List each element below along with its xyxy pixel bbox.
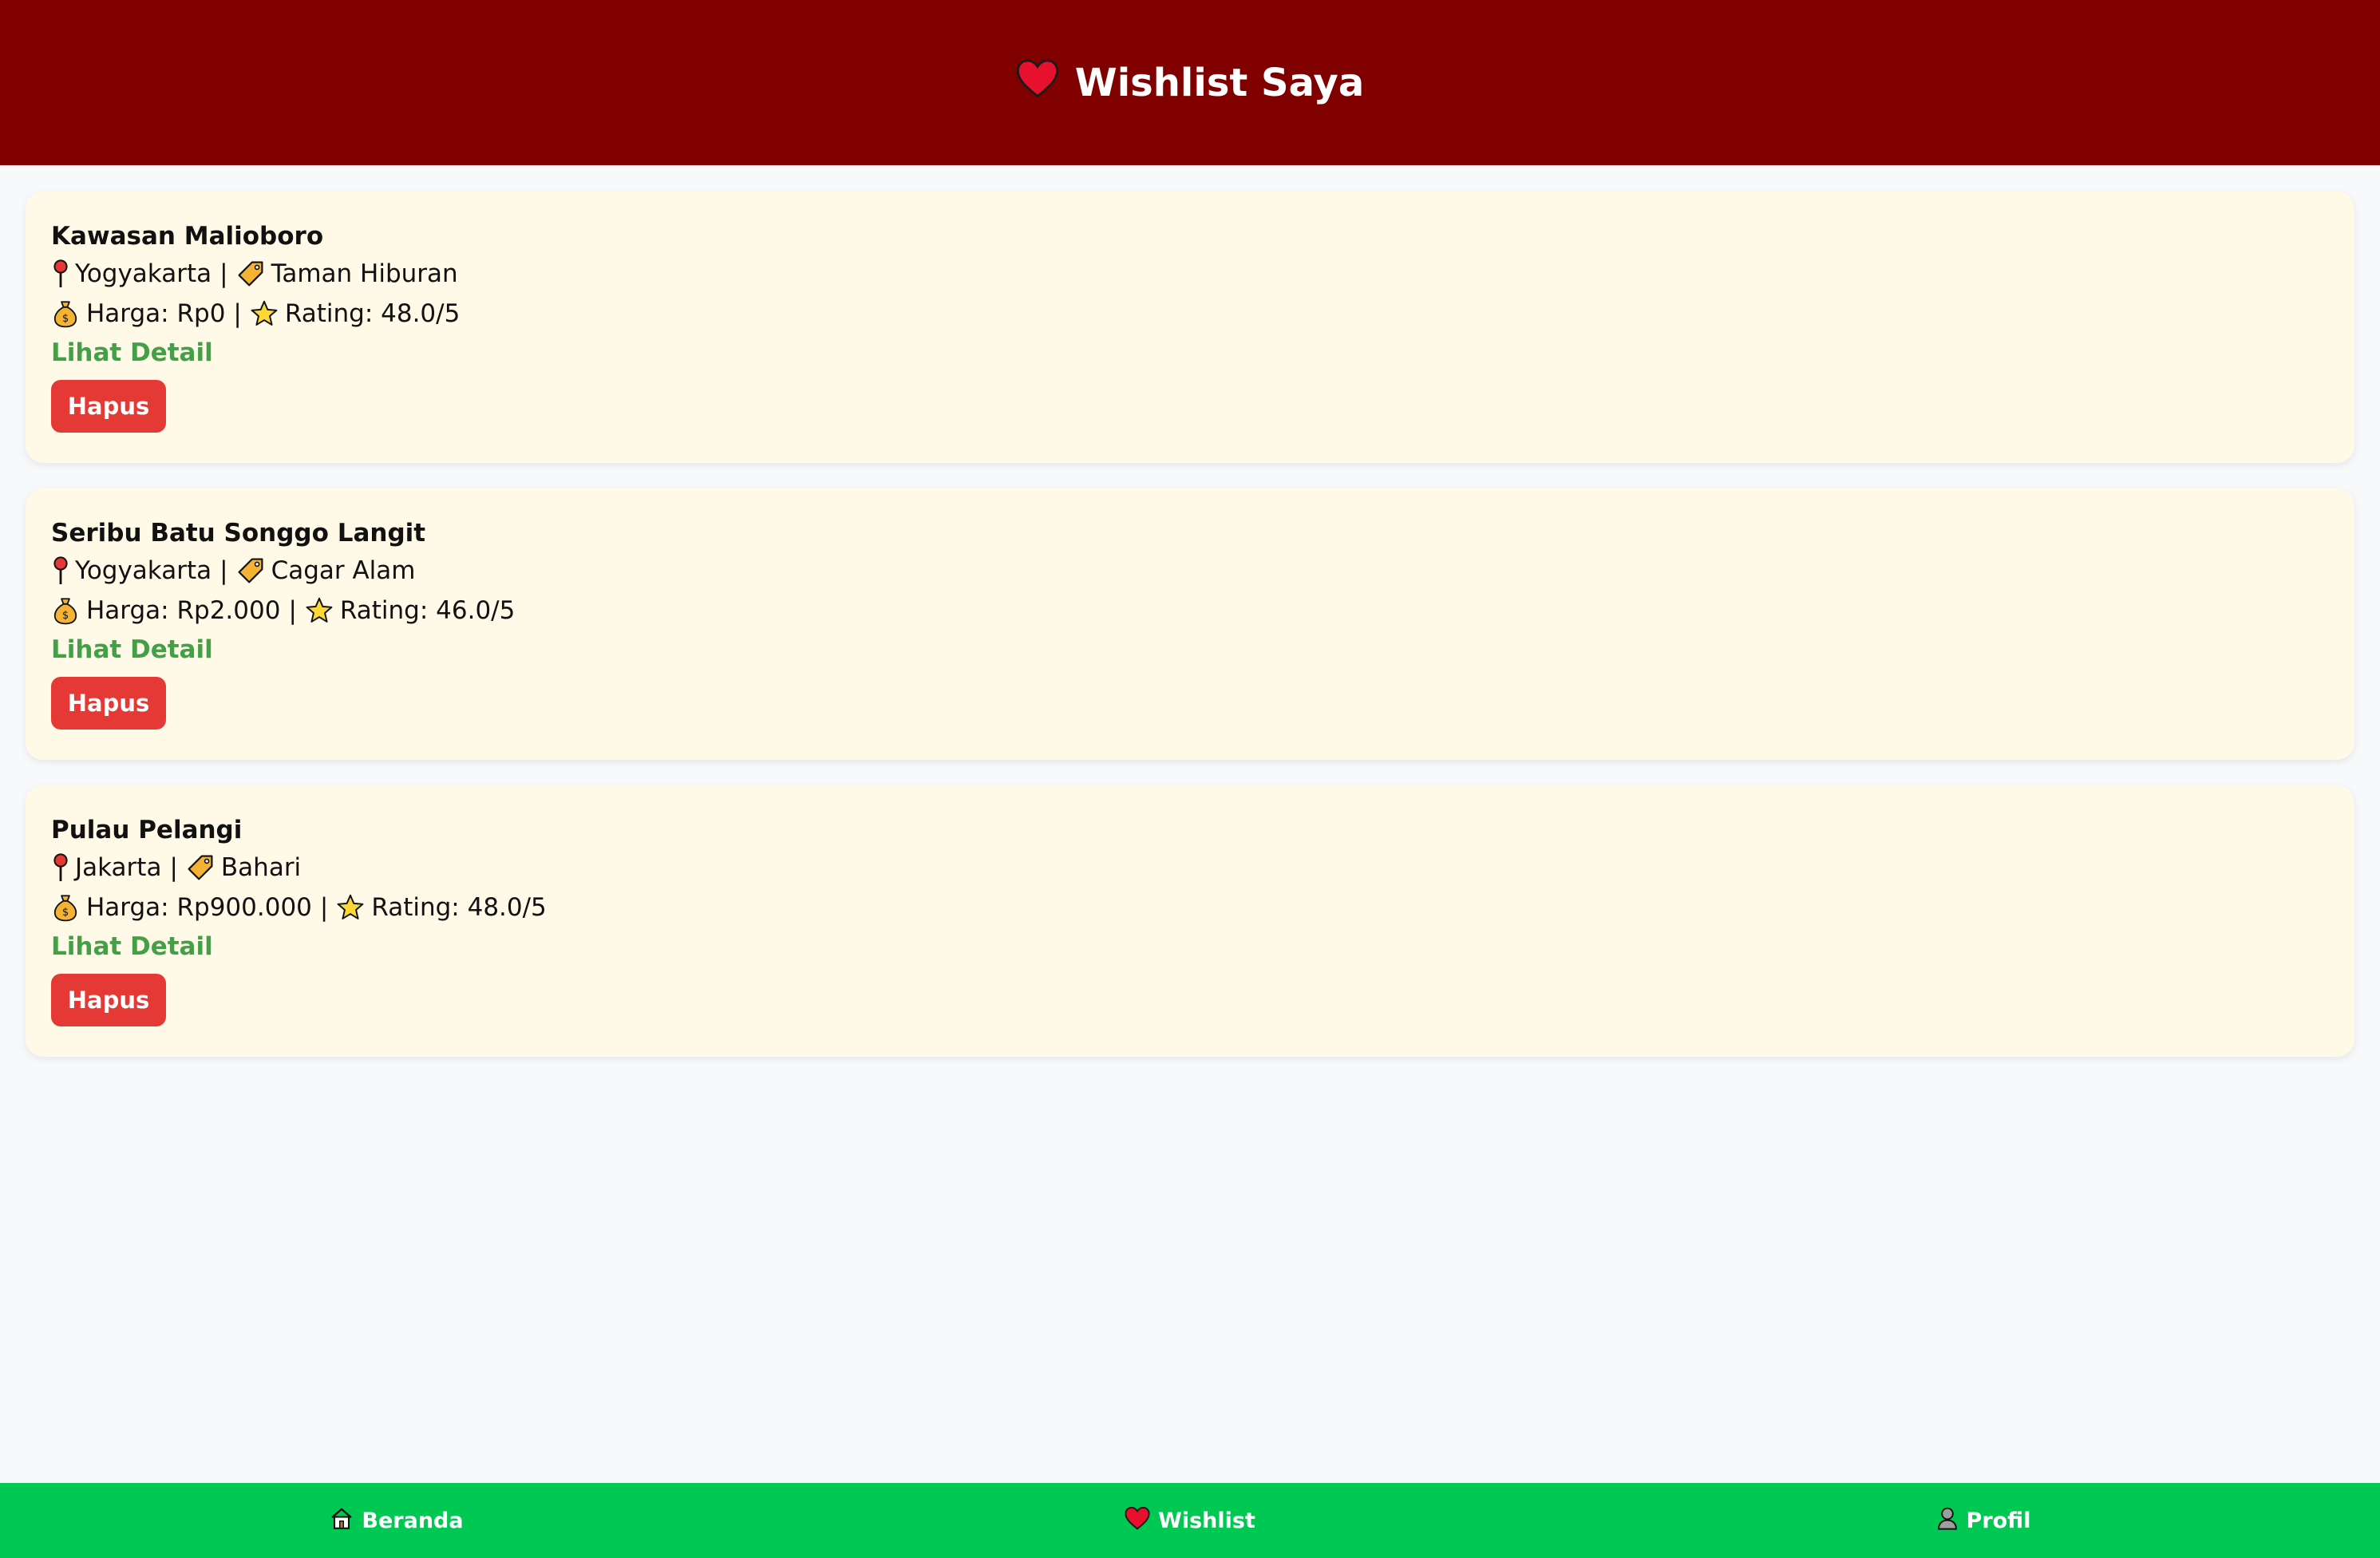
category-text: Cagar Alam (271, 556, 416, 585)
app-header: Wishlist Saya (0, 0, 2380, 165)
separator: | (219, 556, 228, 585)
delete-button[interactable]: Hapus (51, 677, 166, 730)
nav-item-wishlist[interactable]: Wishlist (793, 1483, 1587, 1558)
pin-icon (51, 556, 70, 585)
pin-icon (51, 259, 70, 288)
svg-text:$: $ (62, 313, 69, 325)
price-rating-row: $ Harga: Rp0 | Rating: 48.0/5 (51, 294, 2329, 334)
delete-button[interactable]: Hapus (51, 974, 166, 1026)
nav-item-beranda[interactable]: Beranda (0, 1483, 793, 1558)
price-text: Harga: Rp900.000 (86, 893, 312, 922)
wishlist-card: Pulau Pelangi Jakarta | Bahari $ Harga: … (26, 785, 2354, 1057)
star-icon (336, 893, 365, 922)
category-text: Taman Hiburan (271, 259, 458, 288)
heart-icon (1016, 58, 1059, 108)
destination-name: Seribu Batu Songgo Langit (51, 519, 426, 548)
price-rating-row: $ Harga: Rp900.000 | Rating: 48.0/5 (51, 888, 2329, 927)
detail-link[interactable]: Lihat Detail (51, 631, 213, 669)
price-text: Harga: Rp0 (86, 299, 226, 328)
person-icon (1936, 1506, 1959, 1536)
nav-label: Profil (1966, 1508, 2031, 1533)
nav-label: Wishlist (1158, 1508, 1255, 1533)
location-row: Yogyakarta | Taman Hiburan (51, 254, 2329, 294)
card-actions: Hapus (51, 974, 2329, 1026)
location-row: Yogyakarta | Cagar Alam (51, 551, 2329, 591)
wishlist-list: Kawasan Malioboro Yogyakarta | Taman Hib… (26, 192, 2354, 1082)
city-text: Jakarta (75, 853, 162, 882)
separator: | (219, 259, 228, 288)
money-bag-icon: $ (51, 893, 80, 922)
nav-item-profil[interactable]: Profil (1587, 1483, 2380, 1558)
house-icon (330, 1506, 354, 1536)
tag-icon (236, 259, 265, 288)
rating-text: Rating: 48.0/5 (284, 299, 461, 328)
rating-text: Rating: 46.0/5 (339, 596, 516, 625)
separator: | (169, 853, 178, 882)
wishlist-card: Kawasan Malioboro Yogyakarta | Taman Hib… (26, 192, 2354, 463)
svg-text:$: $ (62, 610, 69, 622)
delete-button[interactable]: Hapus (51, 380, 166, 433)
rating-text: Rating: 48.0/5 (371, 893, 547, 922)
header-title-text: Wishlist Saya (1074, 60, 1365, 105)
heart-icon (1125, 1506, 1150, 1536)
separator: | (288, 596, 297, 625)
tag-icon (186, 853, 215, 882)
destination-name: Kawasan Malioboro (51, 222, 324, 251)
money-bag-icon: $ (51, 299, 80, 328)
nav-label: Beranda (362, 1508, 464, 1533)
bottom-nav: Beranda Wishlist Profil (0, 1483, 2380, 1558)
price-rating-row: $ Harga: Rp2.000 | Rating: 46.0/5 (51, 591, 2329, 631)
category-text: Bahari (220, 853, 302, 882)
card-actions: Hapus (51, 677, 2329, 730)
tag-icon (236, 556, 265, 585)
detail-link[interactable]: Lihat Detail (51, 334, 213, 372)
separator: | (233, 299, 242, 328)
city-text: Yogyakarta (75, 556, 212, 585)
money-bag-icon: $ (51, 596, 80, 625)
city-text: Yogyakarta (75, 259, 212, 288)
pin-icon (51, 853, 70, 882)
location-row: Jakarta | Bahari (51, 848, 2329, 888)
price-text: Harga: Rp2.000 (86, 596, 281, 625)
card-actions: Hapus (51, 380, 2329, 433)
separator: | (319, 893, 329, 922)
page-title: Wishlist Saya (1016, 58, 1364, 108)
svg-text:$: $ (62, 907, 69, 919)
detail-link[interactable]: Lihat Detail (51, 927, 213, 966)
star-icon (305, 596, 334, 625)
star-icon (250, 299, 279, 328)
destination-name: Pulau Pelangi (51, 816, 243, 844)
wishlist-card: Seribu Batu Songgo Langit Yogyakarta | C… (26, 488, 2354, 760)
